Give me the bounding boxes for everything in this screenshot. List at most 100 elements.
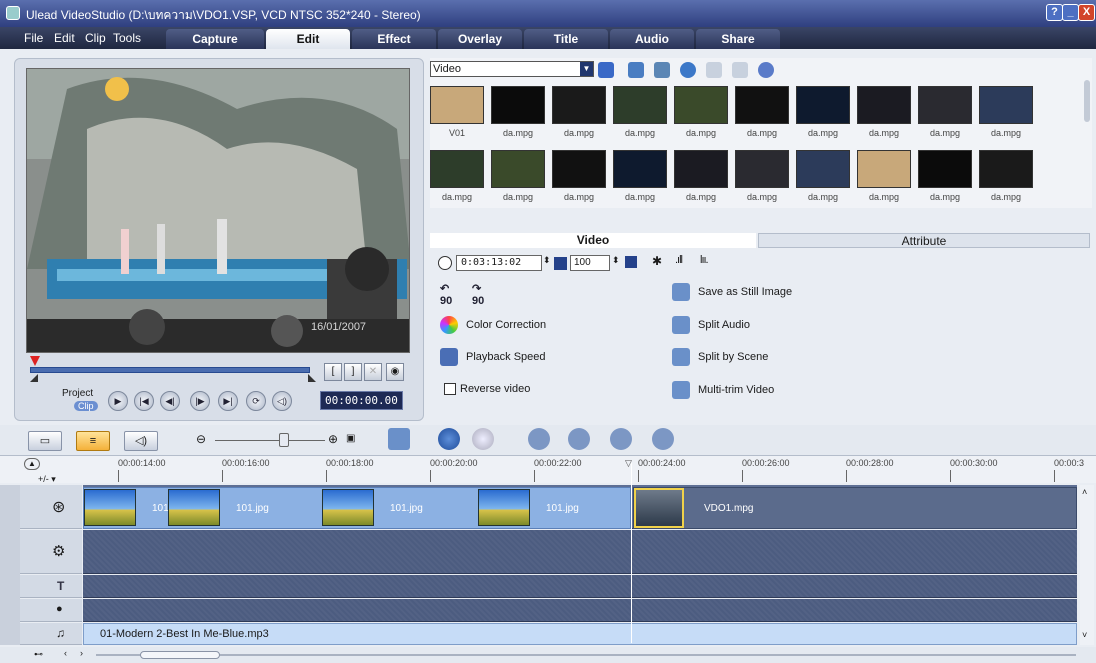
play-icon[interactable]: ▶	[108, 391, 128, 411]
library-thumbnail[interactable]: da.mpg	[796, 150, 850, 202]
overlay-track-header[interactable]	[20, 530, 82, 574]
import-icon[interactable]	[628, 62, 644, 78]
video-clip[interactable]	[633, 487, 1077, 529]
music-track-header[interactable]	[20, 623, 82, 645]
library-thumbnail[interactable]: da.mpg	[979, 86, 1033, 138]
mode-clip-label[interactable]: Clip	[74, 401, 98, 411]
library-thumbnail[interactable]: da.mpg	[674, 86, 728, 138]
library-thumbnail[interactable]: da.mpg	[552, 86, 606, 138]
multi-trim-button[interactable]: Multi-trim Video	[698, 384, 774, 396]
library-thumbnail[interactable]: V01	[430, 86, 484, 138]
repeat-icon[interactable]: ⟳	[246, 391, 266, 411]
playhead-marker[interactable]: ▽	[625, 458, 632, 469]
cut-icon[interactable]: ✕	[364, 363, 382, 381]
library-thumbnail[interactable]: da.mpg	[918, 150, 972, 202]
timeline-vertical-scrollbar[interactable]: ˄ ˅	[1080, 485, 1094, 645]
tab-effect[interactable]: Effect	[352, 29, 436, 49]
library-thumbnail[interactable]: da.mpg	[613, 150, 667, 202]
trim-end-marker[interactable]	[308, 374, 316, 382]
save-still-button[interactable]: Save as Still Image	[698, 286, 792, 298]
zoom-slider-track[interactable]	[215, 440, 325, 441]
menu-tools[interactable]: Tools	[113, 31, 141, 45]
library-thumbnail[interactable]: da.mpg	[552, 150, 606, 202]
help-button[interactable]: ?	[1046, 4, 1063, 21]
rotate-left-button[interactable]: ↶ 90	[440, 282, 452, 307]
library-thumbnail[interactable]: da.mpg	[613, 86, 667, 138]
minimize-button[interactable]: _	[1062, 4, 1079, 21]
duration-spinner[interactable]: ⬍	[543, 255, 551, 266]
tab-capture[interactable]: Capture	[166, 29, 264, 49]
volume-dropdown-icon[interactable]	[625, 256, 637, 268]
volume-icon[interactable]: ◁)	[272, 391, 292, 411]
ruler-zoom-control[interactable]: +/- ▾	[38, 474, 56, 485]
capture-icon[interactable]	[680, 62, 696, 78]
home-icon[interactable]: |◀	[134, 391, 154, 411]
library-thumbnail[interactable]: da.mpg	[674, 150, 728, 202]
tab-overlay[interactable]: Overlay	[438, 29, 522, 49]
scroll-right-icon[interactable]: ›	[80, 648, 83, 658]
menu-file[interactable]: File	[24, 31, 43, 45]
mark-out-button[interactable]: ]	[344, 363, 362, 381]
title-track[interactable]	[83, 575, 1077, 598]
tab-video-options[interactable]: Video	[430, 233, 756, 248]
library-thumbnail[interactable]: da.mpg	[430, 150, 484, 202]
collapse-icon[interactable]: ▲	[24, 458, 40, 470]
reverse-video-checkbox[interactable]	[444, 383, 456, 395]
create-video-icon[interactable]	[652, 428, 674, 450]
playback-speed-button[interactable]: Playback Speed	[466, 351, 546, 363]
playhead[interactable]	[631, 463, 632, 643]
scroll-track[interactable]	[96, 654, 1076, 656]
audio-view-button[interactable]: ◁)	[124, 431, 158, 451]
zoom-in-icon[interactable]: ⊕	[328, 432, 338, 446]
scrubber-track[interactable]	[30, 367, 310, 373]
tab-share[interactable]: Share	[696, 29, 780, 49]
library-thumbnail[interactable]: da.mpg	[735, 86, 789, 138]
color-correction-button[interactable]: Color Correction	[466, 319, 546, 331]
video-track-header[interactable]	[20, 485, 82, 529]
undo-icon[interactable]	[438, 428, 460, 450]
project-fit-icon[interactable]: ⊷	[34, 649, 43, 660]
title-track-header[interactable]	[20, 575, 82, 598]
tab-audio[interactable]: Audio	[610, 29, 694, 49]
library-dropdown[interactable]: Video	[430, 61, 594, 77]
expand-icon[interactable]	[758, 62, 774, 78]
timecode-display[interactable]: 00:00:00.00	[320, 391, 403, 410]
menu-edit[interactable]: Edit	[54, 31, 75, 45]
storyboard-icon[interactable]	[654, 62, 670, 78]
fade-out-icon[interactable]: lıı.	[700, 254, 709, 266]
timeline-view-button[interactable]: ≡	[76, 431, 110, 451]
library-thumbnail[interactable]: da.mpg	[979, 150, 1033, 202]
mute-icon[interactable]: ✱	[652, 254, 662, 268]
library-thumbnail[interactable]: da.mpg	[796, 86, 850, 138]
auto-music-icon[interactable]	[568, 428, 590, 450]
library-thumbnail[interactable]: da.mpg	[491, 86, 545, 138]
library-thumbnail[interactable]: da.mpg	[918, 86, 972, 138]
mode-project-label[interactable]: Project	[62, 388, 93, 399]
previous-frame-icon[interactable]: ◀|	[160, 391, 180, 411]
tab-title[interactable]: Title	[524, 29, 608, 49]
next-frame-icon[interactable]: |▶	[190, 391, 210, 411]
audio-mixer-icon[interactable]	[610, 428, 632, 450]
fit-project-icon[interactable]: ▣	[346, 433, 355, 444]
insert-media-icon[interactable]	[388, 428, 410, 450]
tab-edit[interactable]: Edit	[266, 29, 350, 49]
chevron-down-icon[interactable]: ▼	[580, 62, 593, 76]
redo-icon[interactable]	[472, 428, 494, 450]
storyboard-view-button[interactable]: ▭	[28, 431, 62, 451]
overlay-track[interactable]	[83, 530, 1077, 574]
menu-clip[interactable]: Clip	[85, 31, 106, 45]
library-thumbnail[interactable]: da.mpg	[857, 150, 911, 202]
zoom-slider-handle[interactable]	[279, 433, 289, 447]
voice-track-header[interactable]	[20, 599, 82, 622]
rotate-right-button[interactable]: ↷ 90	[472, 282, 484, 307]
duration-field[interactable]: 0:03:13:02	[456, 255, 542, 271]
library-scrollbar[interactable]	[1084, 80, 1090, 122]
grid-icon[interactable]	[706, 62, 722, 78]
library-thumbnail[interactable]: da.mpg	[857, 86, 911, 138]
smart-proxy-icon[interactable]	[528, 428, 550, 450]
voice-track[interactable]	[83, 599, 1077, 622]
mark-in-button[interactable]: [	[324, 363, 342, 381]
end-icon[interactable]: ▶|	[218, 391, 238, 411]
split-scene-button[interactable]: Split by Scene	[698, 351, 768, 363]
enlarge-icon[interactable]: ◉	[386, 363, 404, 381]
